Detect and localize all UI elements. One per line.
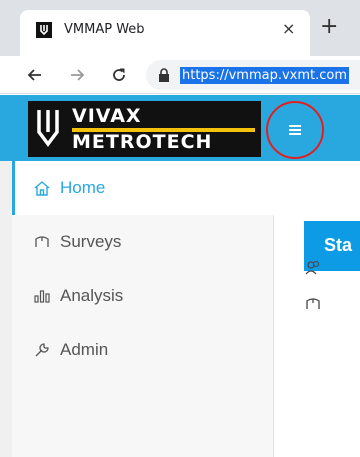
sidebar-item-label: Home: [60, 178, 106, 197]
browser-toolbar: https://vmmap.vxmt.com: [0, 56, 360, 94]
logo-mark-icon: [37, 110, 59, 147]
reload-icon: [113, 68, 125, 81]
sidebar-nav: Home Surveys Analysis Admin: [12, 161, 274, 457]
sidebar-item-label: Surveys: [60, 232, 122, 251]
tab-title: VMMAP Web: [64, 22, 145, 37]
url-text[interactable]: https://vmmap.vxmt.com: [180, 67, 350, 84]
active-indicator: [12, 161, 15, 215]
address-bar[interactable]: https://vmmap.vxmt.com: [146, 60, 360, 90]
sidebar-item-admin[interactable]: Admin: [12, 323, 274, 377]
browser-tab-strip: VMMAP Web × +: [0, 0, 360, 56]
hamburger-icon: [289, 125, 301, 135]
menu-toggle-button[interactable]: [266, 101, 324, 159]
reload-button[interactable]: [108, 64, 130, 86]
logo-text-vivax: VIVAX: [72, 105, 142, 127]
sidebar-item-surveys[interactable]: Surveys: [12, 215, 274, 269]
sidebar-item-label: Analysis: [60, 286, 124, 305]
chart-icon: [32, 286, 52, 306]
survey-icon: [32, 232, 52, 252]
wrench-icon: [32, 340, 52, 360]
sidebar-item-analysis[interactable]: Analysis: [12, 269, 274, 323]
browser-tab[interactable]: VMMAP Web ×: [20, 10, 310, 56]
sidebar-edge: [0, 161, 12, 457]
new-tab-button[interactable]: +: [320, 16, 338, 38]
app-favicon-icon: [36, 22, 52, 38]
status-card-title: Sta: [324, 235, 353, 255]
tab-close-button[interactable]: ×: [282, 19, 295, 39]
forward-button[interactable]: [66, 64, 88, 86]
lock-icon: [159, 68, 169, 82]
arrow-left-icon: [27, 69, 41, 81]
vivax-metrotech-logo: VIVAX METROTECH: [28, 101, 261, 157]
sidebar-item-home[interactable]: Home: [12, 161, 274, 215]
users-icon: [305, 260, 320, 275]
sidebar-item-label: Admin: [60, 340, 109, 359]
back-button[interactable]: [24, 64, 46, 86]
arrow-right-icon: [71, 69, 85, 81]
survey-icon: [306, 298, 320, 309]
logo-text-metrotech: METROTECH: [72, 131, 213, 153]
home-icon: [32, 178, 52, 198]
